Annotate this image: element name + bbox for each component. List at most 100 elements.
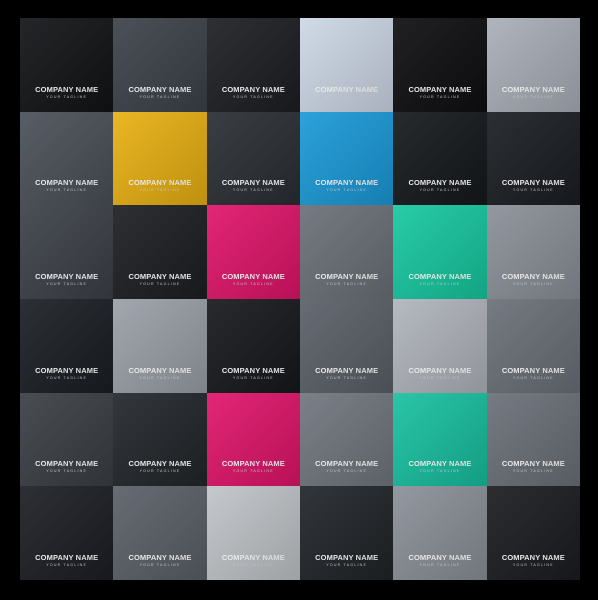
tagline: YOUR TAGLINE: [326, 375, 368, 380]
company-name: COMPANY NAME: [315, 84, 379, 94]
logo-tile: N COMPANY NAME YOUR TAGLINE: [113, 18, 207, 112]
logo-mark-icon: N: [138, 128, 182, 172]
company-name: COMPANY NAME: [128, 459, 192, 469]
tagline: YOUR TAGLINE: [139, 563, 181, 568]
logo-mark-icon: H: [511, 503, 555, 547]
logo-letter: N: [50, 222, 84, 267]
logo-mark-icon: H: [418, 503, 462, 547]
tagline: YOUR TAGLINE: [419, 188, 461, 193]
logo-tile: A COMPANY NAME YOUR TAGLINE: [20, 486, 114, 580]
tagline: YOUR TAGLINE: [46, 469, 88, 474]
logo-letter: A: [238, 315, 269, 360]
logo-letter: D: [330, 34, 364, 79]
logo-tile: H COMPANY NAME YOUR TAGLINE: [486, 298, 580, 393]
logo-letter: N: [143, 34, 177, 79]
company-name: COMPANY NAME: [501, 365, 565, 375]
tagline: YOUR TAGLINE: [232, 563, 274, 568]
company-name: COMPANY NAME: [221, 84, 285, 94]
company-name: COMPANY NAME: [408, 365, 472, 375]
logo-letter: A: [51, 315, 82, 360]
logo-letter: D: [517, 222, 551, 267]
logo-mark-icon: A: [138, 503, 182, 547]
logo-mark-icon: J: [511, 128, 555, 172]
logo-tile: S COMPANY NAME YOUR TAGLINE: [20, 111, 114, 206]
logo-tile: D COMPANY NAME YOUR TAGLINE: [300, 205, 394, 299]
company-name: COMPANY NAME: [315, 178, 379, 188]
tagline: YOUR TAGLINE: [419, 375, 461, 380]
company-name: COMPANY NAME: [408, 553, 472, 563]
company-name: COMPANY NAME: [501, 272, 565, 282]
logo-mark-icon: H: [511, 316, 555, 360]
logo-tile: D COMPANY NAME YOUR TAGLINE: [486, 18, 580, 112]
tagline: YOUR TAGLINE: [139, 282, 181, 287]
logo-mark-icon: D: [325, 128, 369, 172]
tagline: YOUR TAGLINE: [419, 563, 461, 568]
tagline: YOUR TAGLINE: [512, 375, 554, 380]
company-name: COMPANY NAME: [221, 553, 285, 563]
tagline: YOUR TAGLINE: [326, 282, 368, 287]
logo-mark-icon: A: [45, 316, 89, 360]
logo-letter: D: [423, 34, 457, 79]
logo-mark-icon: H: [418, 316, 462, 360]
company-name: COMPANY NAME: [501, 84, 565, 94]
logo-letter: A: [144, 503, 175, 548]
logo-mark-icon: S: [45, 128, 89, 172]
logo-tile: A COMPANY NAME YOUR TAGLINE: [206, 392, 300, 487]
logo-mark-icon: J: [418, 128, 462, 172]
logo-letter: D: [330, 128, 364, 173]
logo-mark-icon: H: [325, 409, 369, 453]
logo-mark-icon: D: [325, 35, 369, 79]
company-name: COMPANY NAME: [35, 178, 99, 188]
logo-tile: A COMPANY NAME YOUR TAGLINE: [20, 392, 114, 487]
logo-mark-icon: D: [418, 35, 462, 79]
company-name: COMPANY NAME: [35, 365, 99, 375]
logo-mark-icon: A: [231, 316, 275, 360]
tagline: YOUR TAGLINE: [419, 94, 461, 99]
tagline: YOUR TAGLINE: [232, 469, 274, 474]
logo-letter: A: [144, 409, 175, 454]
logo-letter: N: [143, 222, 177, 267]
tagline: YOUR TAGLINE: [139, 469, 181, 474]
logo-tile: J COMPANY NAME YOUR TAGLINE: [486, 111, 580, 206]
tagline: YOUR TAGLINE: [46, 375, 88, 380]
logo-grid: N COMPANY NAME YOUR TAGLINE N COMPANY NAM…: [20, 18, 580, 580]
logo-letter: A: [51, 503, 82, 548]
tagline: YOUR TAGLINE: [139, 188, 181, 193]
logo-mark-icon: D: [418, 222, 462, 266]
company-name: COMPANY NAME: [501, 553, 565, 563]
logo-tile: H COMPANY NAME YOUR TAGLINE: [393, 486, 487, 580]
logo-letter: A: [238, 503, 269, 548]
logo-letter: H: [330, 503, 364, 548]
logo-tile: A COMPANY NAME YOUR TAGLINE: [20, 298, 114, 393]
logo-mark-icon: D: [325, 222, 369, 266]
company-name: COMPANY NAME: [221, 272, 285, 282]
logo-letter: N: [143, 128, 177, 173]
logo-tile: D COMPANY NAME YOUR TAGLINE: [393, 18, 487, 112]
tagline: YOUR TAGLINE: [46, 188, 88, 193]
logo-tile: H COMPANY NAME YOUR TAGLINE: [300, 392, 394, 487]
company-name: COMPANY NAME: [408, 272, 472, 282]
company-name: COMPANY NAME: [315, 459, 379, 469]
logo-tile: J COMPANY NAME YOUR TAGLINE: [393, 111, 487, 206]
logo-letter: H: [330, 315, 364, 360]
logo-letter: N: [50, 34, 84, 79]
logo-mark-icon: A: [138, 409, 182, 453]
logo-mark-icon: H: [325, 316, 369, 360]
logo-tile: D COMPANY NAME YOUR TAGLINE: [300, 18, 394, 112]
logo-letter: A: [144, 315, 175, 360]
logo-letter: H: [516, 503, 550, 548]
company-name: COMPANY NAME: [221, 365, 285, 375]
logo-tile: N COMPANY NAME YOUR TAGLINE: [113, 205, 207, 299]
tagline: YOUR TAGLINE: [512, 188, 554, 193]
logo-mark-icon: N: [231, 222, 275, 266]
logo-tile: H COMPANY NAME YOUR TAGLINE: [486, 486, 580, 580]
logo-tile: D COMPANY NAME YOUR TAGLINE: [300, 111, 394, 206]
tagline: YOUR TAGLINE: [326, 188, 368, 193]
logo-tile: N COMPANY NAME YOUR TAGLINE: [20, 18, 114, 112]
logo-mark-icon: N: [231, 35, 275, 79]
tagline: YOUR TAGLINE: [232, 94, 274, 99]
logo-tile: H COMPANY NAME YOUR TAGLINE: [393, 392, 487, 487]
tagline: YOUR TAGLINE: [512, 469, 554, 474]
logo-tile: N COMPANY NAME YOUR TAGLINE: [113, 111, 207, 206]
logo-tile: H COMPANY NAME YOUR TAGLINE: [300, 298, 394, 393]
